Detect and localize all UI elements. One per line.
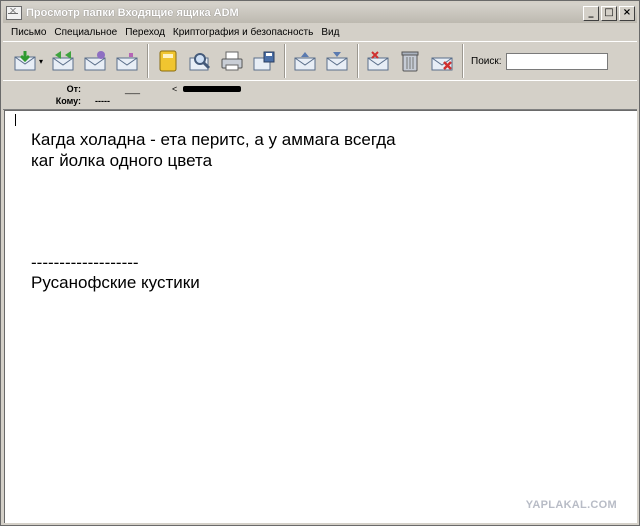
from-address: < bbox=[172, 84, 178, 94]
to-label: Кому: bbox=[55, 96, 81, 106]
from-value: ___ bbox=[125, 84, 141, 94]
to-row: Кому: ----- bbox=[3, 95, 637, 107]
window-controls: _ □ × bbox=[583, 5, 635, 21]
menu-special[interactable]: Специальное bbox=[50, 27, 121, 38]
save-button[interactable] bbox=[251, 48, 277, 74]
title-bar[interactable]: Просмотр папки Входящие ящика ADM _ □ × bbox=[3, 3, 637, 23]
trash-button[interactable] bbox=[397, 48, 423, 74]
message-headers: От: ___ < Кому: ----- bbox=[3, 80, 637, 110]
mail-app-icon bbox=[6, 6, 22, 20]
text-caret bbox=[15, 114, 16, 126]
receive-mail-button[interactable] bbox=[12, 48, 38, 74]
print-icon bbox=[221, 51, 243, 71]
message-separator: ------------------- bbox=[31, 253, 139, 272]
message-signature: Русанофские кустики bbox=[31, 273, 200, 292]
print-button[interactable] bbox=[219, 48, 245, 74]
message-line-1: Кагда холадна - ета перитс, а у аммага в… bbox=[31, 130, 396, 149]
move-down-icon bbox=[326, 52, 348, 71]
forward-button[interactable] bbox=[50, 48, 76, 74]
menu-crypto[interactable]: Криптография и безопасность bbox=[169, 27, 317, 38]
menu-view[interactable]: Вид bbox=[317, 27, 343, 38]
mail-viewer-window: Просмотр папки Входящие ящика ADM _ □ × … bbox=[0, 0, 640, 526]
delete-mark-icon bbox=[367, 51, 389, 71]
menu-bar: Письмо Специальное Переход Криптография … bbox=[3, 24, 637, 41]
toolbar-group-tools bbox=[148, 44, 286, 78]
minimize-button[interactable]: _ bbox=[583, 5, 599, 21]
menu-go[interactable]: Переход bbox=[121, 27, 169, 38]
find-icon bbox=[189, 53, 211, 71]
toolbar: ▾ Поиск: bbox=[3, 41, 637, 81]
close-button[interactable]: × bbox=[619, 5, 635, 21]
message-body[interactable]: Кагда холадна - ета перитс, а у аммага в… bbox=[4, 110, 637, 523]
message-line-2: каг йолка одного цвета bbox=[31, 151, 213, 170]
menu-letter[interactable]: Письмо bbox=[3, 27, 50, 38]
trash-icon bbox=[401, 51, 419, 72]
delete-mark-button[interactable] bbox=[365, 48, 391, 74]
maximize-button[interactable]: □ bbox=[601, 5, 617, 21]
address-book-icon bbox=[159, 50, 177, 72]
save-icon bbox=[253, 51, 275, 71]
search-input[interactable] bbox=[505, 52, 608, 70]
move-down-button[interactable] bbox=[324, 48, 350, 74]
forward-icon bbox=[52, 51, 74, 71]
watermark: YAPLAKAL.COM bbox=[525, 499, 617, 511]
delete-icon bbox=[431, 57, 453, 71]
toolbar-group-mail: ▾ bbox=[3, 44, 149, 78]
find-button[interactable] bbox=[187, 48, 213, 74]
search-label: Поиск: bbox=[471, 55, 502, 67]
toolbar-group-delete bbox=[358, 44, 464, 78]
address-book-button[interactable] bbox=[155, 48, 181, 74]
reply-button[interactable] bbox=[82, 48, 108, 74]
reply-all-button[interactable] bbox=[114, 48, 140, 74]
reply-icon bbox=[84, 51, 106, 71]
window-title: Просмотр папки Входящие ящика ADM bbox=[26, 7, 239, 19]
reply-all-icon bbox=[116, 53, 138, 71]
from-row: От: ___ < bbox=[3, 83, 637, 95]
move-up-icon bbox=[294, 52, 316, 71]
to-value: ----- bbox=[95, 96, 110, 106]
from-label: От: bbox=[66, 84, 81, 94]
receive-dropdown-arrow[interactable]: ▾ bbox=[39, 57, 43, 66]
redacted-address bbox=[183, 86, 242, 92]
receive-mail-icon bbox=[14, 51, 36, 71]
move-up-button[interactable] bbox=[292, 48, 318, 74]
delete-button[interactable] bbox=[429, 48, 455, 74]
toolbar-group-navigation bbox=[285, 44, 359, 78]
